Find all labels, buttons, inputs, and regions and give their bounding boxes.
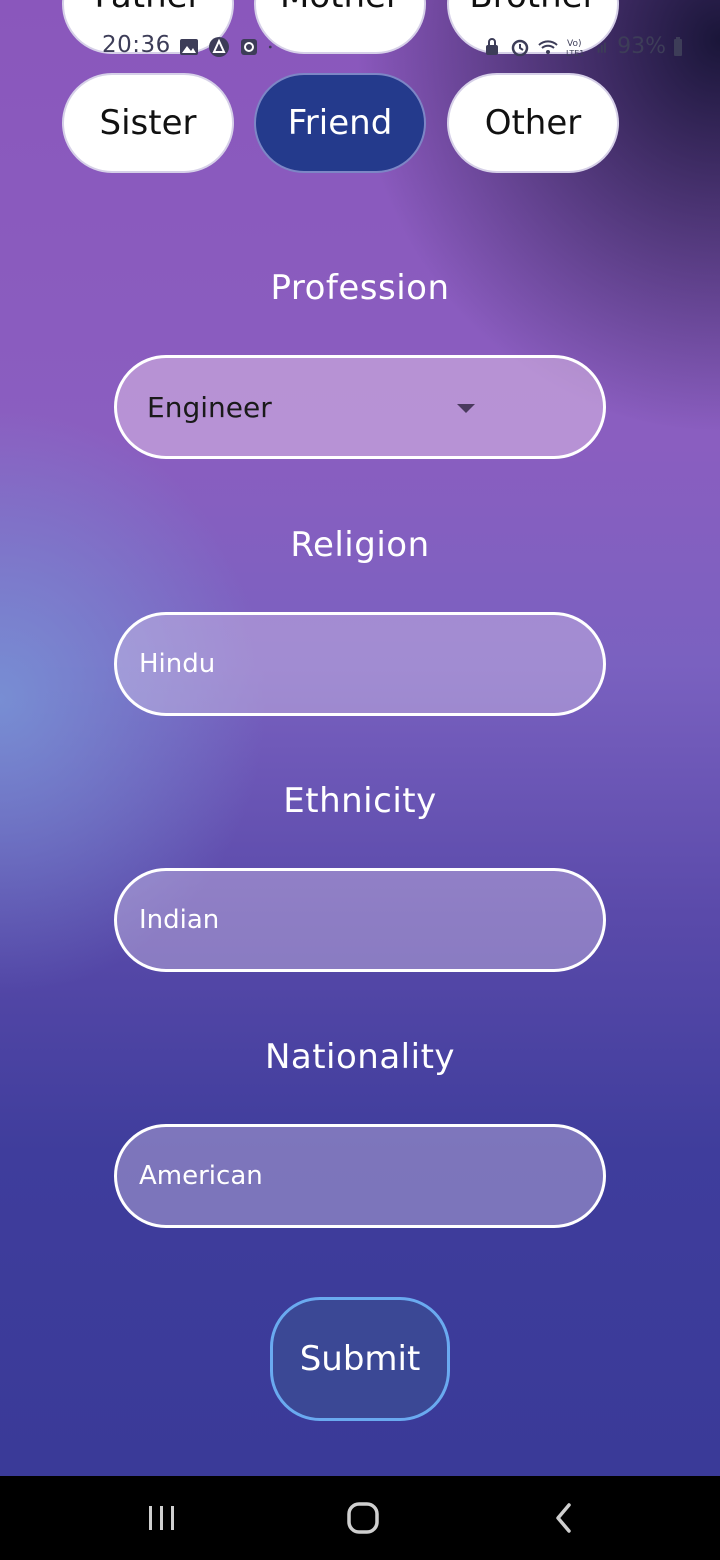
dot-icon bbox=[268, 45, 272, 49]
home-button[interactable] bbox=[333, 1498, 393, 1538]
chip-sister[interactable]: Sister bbox=[62, 73, 234, 173]
chip-label: Sister bbox=[99, 103, 197, 143]
ethnicity-label: Ethnicity bbox=[283, 781, 437, 821]
ethnicity-input[interactable]: Indian bbox=[114, 868, 606, 972]
signal-icon bbox=[597, 42, 607, 53]
nationality-value: American bbox=[139, 1161, 263, 1191]
profession-dropdown[interactable]: Engineer bbox=[114, 355, 606, 459]
navigation-bar bbox=[0, 1476, 720, 1560]
app-screen: Father Mother Brother 20:36 Vo)LTE1 93% … bbox=[0, 0, 720, 1476]
nationality-input[interactable]: American bbox=[114, 1124, 606, 1228]
profession-label: Profession bbox=[270, 268, 450, 308]
back-button[interactable] bbox=[534, 1498, 594, 1538]
chip-label: Friend bbox=[287, 103, 393, 143]
status-time: 20:36 bbox=[102, 32, 171, 58]
home-icon bbox=[347, 1502, 379, 1534]
back-icon bbox=[556, 1503, 571, 1533]
religion-input[interactable]: Hindu bbox=[114, 612, 606, 716]
profession-value: Engineer bbox=[147, 390, 272, 424]
volte-icon: Vo)LTE1 bbox=[566, 39, 584, 58]
recents-button[interactable] bbox=[132, 1498, 192, 1538]
svg-text:Vo): Vo) bbox=[567, 39, 581, 49]
chip-friend[interactable]: Friend bbox=[254, 73, 426, 173]
ethnicity-value: Indian bbox=[139, 905, 220, 935]
chip-label: Brother bbox=[469, 0, 596, 16]
chip-label: Father bbox=[94, 0, 201, 16]
battery-percent: 93% bbox=[617, 34, 666, 59]
dropdown-arrow-icon bbox=[457, 404, 475, 413]
chip-label: Mother bbox=[280, 0, 400, 16]
religion-label: Religion bbox=[290, 525, 430, 565]
gallery-icon bbox=[180, 39, 198, 55]
chip-label: Other bbox=[484, 103, 582, 143]
submit-label: Submit bbox=[299, 1339, 421, 1379]
battery-icon bbox=[674, 36, 682, 56]
status-icons-right: Vo) LTE1 93% bbox=[481, 34, 684, 59]
chip-other[interactable]: Other bbox=[447, 73, 619, 173]
camera-icon bbox=[241, 39, 257, 55]
recents-icon bbox=[149, 1506, 174, 1530]
submit-button[interactable]: Submit bbox=[270, 1297, 450, 1421]
nationality-label: Nationality bbox=[264, 1037, 456, 1077]
status-bar: 20:36 Vo) LTE1 93% bbox=[0, 28, 720, 68]
religion-value: Hindu bbox=[139, 649, 216, 679]
app-icon bbox=[209, 37, 229, 57]
svg-text:LTE1: LTE1 bbox=[566, 49, 584, 58]
alarm-icon bbox=[511, 39, 529, 56]
lock-icon bbox=[486, 37, 499, 55]
status-icons-left bbox=[178, 36, 278, 58]
wifi-icon bbox=[538, 39, 558, 54]
